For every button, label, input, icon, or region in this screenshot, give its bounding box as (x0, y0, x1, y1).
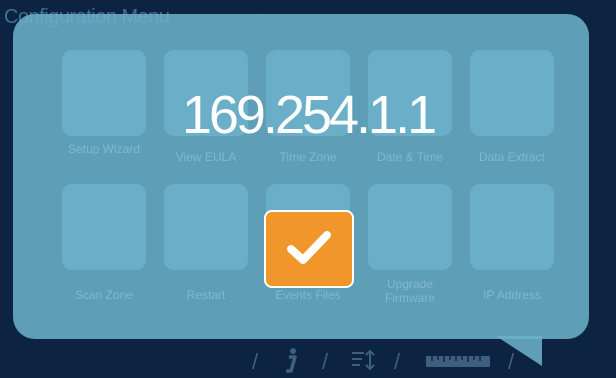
divider: / (394, 349, 401, 374)
confirm-button[interactable] (264, 210, 354, 288)
divider: / (252, 349, 259, 374)
ip-address-display: 169.254.1.1 (181, 85, 437, 145)
divider: / (508, 349, 515, 374)
info-icon[interactable] (284, 347, 298, 378)
sort-icon[interactable] (350, 349, 376, 376)
tile-label-upgrade-firmware: Upgrade Firmware (385, 277, 435, 305)
bottom-toolbar: / / / / (0, 345, 616, 378)
tile-label-data-extract: Data Extract (478, 150, 546, 164)
tile-label-ip-address: IP Address (483, 288, 541, 302)
checkmark-icon (286, 227, 332, 272)
tile-label-events-files: Events Files (275, 288, 341, 302)
divider: / (322, 349, 329, 374)
ruler-icon[interactable] (426, 354, 490, 373)
